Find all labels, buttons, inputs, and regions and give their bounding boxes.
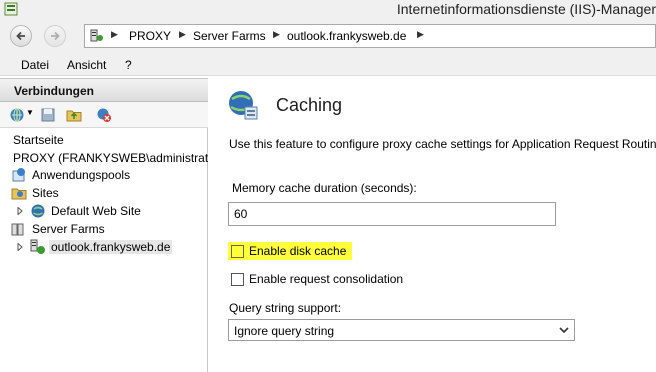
caching-globe-icon xyxy=(229,91,258,120)
menu-ansicht[interactable]: Ansicht xyxy=(67,58,106,72)
up-folder-icon[interactable] xyxy=(66,107,82,123)
tree-item-server[interactable]: PROXY (FRANKYSWEB\administrator xyxy=(0,149,208,167)
breadcrumb-farm[interactable]: outlook.frankysweb.de xyxy=(287,29,406,43)
enable-disk-cache-checkbox[interactable] xyxy=(231,245,244,258)
chevron-right-icon[interactable]: ▶ xyxy=(179,29,186,40)
server-farm-icon xyxy=(90,29,103,42)
back-arrow-icon xyxy=(16,31,25,41)
feature-description: Use this feature to configure proxy cach… xyxy=(229,137,656,151)
tree-item-outlook-farm[interactable]: outlook.frankysweb.de xyxy=(0,238,200,256)
tree-item-default-web-site[interactable]: Default Web Site xyxy=(0,202,200,220)
memory-cache-value: 60 xyxy=(234,207,248,221)
tree-item-label: PROXY (FRANKYSWEB\administrator xyxy=(13,151,208,165)
tree-item-sites[interactable]: Sites xyxy=(0,184,200,202)
connections-panel: Verbindungen ▼ Startseite PROXY (FRANKYS… xyxy=(0,78,208,372)
forward-button[interactable] xyxy=(44,25,66,47)
globe-icon xyxy=(31,204,45,218)
tree-item-label: outlook.frankysweb.de xyxy=(49,240,173,254)
forward-arrow-icon xyxy=(51,31,60,41)
title-bar: Internetinformationsdienste (IIS)-Manage… xyxy=(0,0,656,19)
menu-datei[interactable]: Datei xyxy=(21,58,49,72)
tree-item-label: Anwendungspools xyxy=(32,168,131,182)
tree-item-label: Default Web Site xyxy=(51,204,141,218)
tree-item-label: Startseite xyxy=(13,133,64,147)
enable-disk-cache-row[interactable]: Enable disk cache xyxy=(228,242,352,260)
request-consolidation-checkbox[interactable] xyxy=(231,273,244,286)
chevron-right-icon[interactable]: ▶ xyxy=(273,29,280,40)
sites-folder-icon xyxy=(11,188,27,200)
tree-item-label: Server Farms xyxy=(32,222,105,236)
server-farm-icon xyxy=(30,239,45,254)
chevron-down-icon[interactable] xyxy=(559,326,569,334)
chevron-right-icon[interactable]: ▶ xyxy=(417,29,424,40)
tree-item-label: Sites xyxy=(32,186,59,200)
page-title: Caching xyxy=(276,95,343,115)
tree-item-app-pools[interactable]: Anwendungspools xyxy=(0,166,200,184)
connections-header: Verbindungen xyxy=(0,78,208,102)
save-icon[interactable] xyxy=(40,107,56,123)
query-string-label: Query string support: xyxy=(229,301,342,315)
breadcrumb-proxy[interactable]: PROXY xyxy=(129,29,171,43)
address-bar-area: ▶ PROXY ▶ Server Farms ▶ outlook.frankys… xyxy=(0,19,656,53)
tree-item-startseite[interactable]: Startseite xyxy=(0,131,200,149)
disconnect-icon[interactable] xyxy=(96,107,112,123)
expand-arrow-icon[interactable] xyxy=(17,243,23,251)
window-title: Internetinformationsdienste (IIS)-Manage… xyxy=(396,1,656,17)
request-consolidation-label: Enable request consolidation xyxy=(249,272,404,286)
server-farms-icon xyxy=(11,223,24,236)
menu-help[interactable]: ? xyxy=(125,58,132,72)
memory-cache-duration-input[interactable]: 60 xyxy=(228,202,556,226)
chevron-right-icon[interactable]: ▶ xyxy=(111,29,118,40)
back-button[interactable] xyxy=(10,25,32,47)
iis-app-icon xyxy=(4,2,18,16)
app-pool-icon xyxy=(12,168,25,182)
expand-arrow-icon[interactable] xyxy=(17,207,23,215)
connect-globe-icon[interactable] xyxy=(9,107,25,123)
connections-toolbar: ▼ xyxy=(0,102,208,128)
address-bar[interactable]: ▶ PROXY ▶ Server Farms ▶ outlook.frankys… xyxy=(84,24,656,48)
query-string-select[interactable]: Ignore query string xyxy=(228,319,575,341)
breadcrumb-server-farms[interactable]: Server Farms xyxy=(193,29,266,43)
menu-bar: Datei Ansicht ? xyxy=(0,53,656,76)
tree-item-server-farms[interactable]: Server Farms xyxy=(0,220,200,238)
memory-cache-label: Memory cache duration (seconds): xyxy=(232,181,417,195)
dropdown-arrow-icon[interactable]: ▼ xyxy=(26,108,34,117)
feature-panel: Caching Use this feature to configure pr… xyxy=(216,78,656,372)
request-consolidation-row[interactable]: Enable request consolidation xyxy=(228,270,428,288)
enable-disk-cache-label: Enable disk cache xyxy=(249,244,347,258)
query-string-value: Ignore query string xyxy=(234,324,335,338)
connections-title: Verbindungen xyxy=(14,84,95,98)
